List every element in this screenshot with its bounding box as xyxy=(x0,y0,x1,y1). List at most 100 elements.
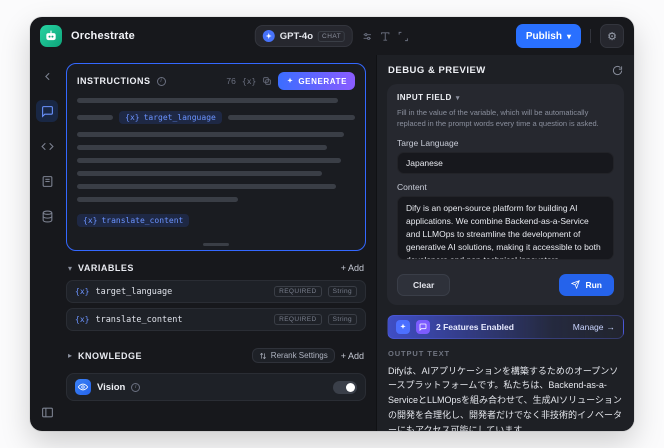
variable-tag-icon[interactable]: {x} xyxy=(242,77,256,86)
output-section: OUTPUT TEXT Difyは、AIアプリケーションを構築するためのオープン… xyxy=(388,348,623,432)
variable-row-target-language[interactable]: {x} target_language REQUIRED String xyxy=(66,280,366,303)
skeleton-line xyxy=(77,158,342,163)
variable-name: translate_content xyxy=(95,314,183,325)
manage-label: Manage xyxy=(572,321,604,332)
model-mode-badge: CHAT xyxy=(318,30,346,42)
skeleton-line xyxy=(77,184,336,189)
sidebar-item-orchestrate[interactable] xyxy=(36,100,58,122)
sparkle-icon xyxy=(287,77,294,83)
chevron-down-icon[interactable]: ▾ xyxy=(456,94,460,102)
skeleton-row: {x} target_language xyxy=(77,111,355,124)
feature-icon xyxy=(396,319,410,334)
vision-toggle[interactable] xyxy=(333,380,357,394)
chevron-down-icon: ▾ xyxy=(566,31,571,41)
variable-tag: {x} xyxy=(75,287,90,296)
refresh-icon[interactable] xyxy=(612,65,623,76)
features-count-label: 2 Features Enabled xyxy=(436,321,514,332)
generate-label: GENERATE xyxy=(298,76,347,86)
skeleton-line xyxy=(77,115,114,120)
sliders-icon[interactable] xyxy=(362,31,373,42)
char-count: 76 xyxy=(226,76,236,86)
features-enabled-bar[interactable]: 2 Features Enabled Manage → xyxy=(387,314,624,339)
vision-label: Vision xyxy=(97,381,126,393)
copy-icon[interactable] xyxy=(262,76,272,86)
chevron-down-icon[interactable]: ▾ xyxy=(68,264,72,273)
text-format-icon[interactable] xyxy=(380,31,391,42)
type-badge[interactable]: String xyxy=(327,314,357,325)
model-selector[interactable]: GPT-4o CHAT xyxy=(254,25,354,47)
input-field-title: INPUT FIELD xyxy=(397,93,452,102)
scroll-indicator[interactable] xyxy=(203,243,229,246)
skeleton-line xyxy=(77,145,328,150)
add-variable-button[interactable]: + Add xyxy=(341,263,364,273)
skeleton-line xyxy=(227,115,355,120)
required-badge: REQUIRED xyxy=(274,286,322,297)
variable-chip-translate-content[interactable]: {x} translate_content xyxy=(77,214,190,227)
variable-tag: {x} xyxy=(125,113,140,122)
skeleton-line xyxy=(77,98,339,103)
input-field-card: INPUT FIELD ▾ Fill in the value of the v… xyxy=(387,84,624,305)
target-language-input[interactable] xyxy=(397,151,614,174)
skeleton-line xyxy=(77,197,239,202)
variable-chip-target-language[interactable]: {x} target_language xyxy=(119,111,222,124)
prompt-column: INSTRUCTIONS i 76 {x} GENERATE {x} targe… xyxy=(64,55,376,431)
collapse-panel-icon[interactable] xyxy=(36,401,58,423)
instructions-header: INSTRUCTIONS i 76 {x} GENERATE xyxy=(77,72,355,90)
sidebar-item-knowledge[interactable] xyxy=(36,205,58,227)
app-logo-icon xyxy=(40,25,62,47)
input-field-description: Fill in the value of the variable, which… xyxy=(397,108,599,129)
output-text: Difyは、AIアプリケーションを構築するためのオープンソースプラットフォームで… xyxy=(388,365,623,432)
variable-tag: {x} xyxy=(75,315,90,324)
app-window: Orchestrate GPT-4o CHAT Publish ▾ ⚙ INST… xyxy=(30,17,634,431)
expand-icon[interactable] xyxy=(398,31,409,42)
publish-label: Publish xyxy=(525,30,562,42)
run-label: Run xyxy=(585,279,602,290)
variable-name: target_language xyxy=(95,286,173,297)
skeleton-row: {x} translate_content xyxy=(77,214,355,227)
vision-feature-row: Vision i xyxy=(66,373,366,401)
skeleton-line xyxy=(77,171,322,176)
clear-button[interactable]: Clear xyxy=(397,273,451,296)
publish-button[interactable]: Publish ▾ xyxy=(515,24,581,48)
prompt-toolbar xyxy=(362,31,409,42)
instructions-title: INSTRUCTIONS xyxy=(77,76,151,86)
sidebar-item-logs[interactable] xyxy=(36,170,58,192)
required-badge: REQUIRED xyxy=(274,314,322,325)
top-bar: Orchestrate GPT-4o CHAT Publish ▾ ⚙ xyxy=(30,17,634,55)
chevron-right-icon[interactable]: ▸ xyxy=(68,351,72,360)
divider xyxy=(590,29,591,43)
settings-button[interactable]: ⚙ xyxy=(600,24,624,48)
run-button[interactable]: Run xyxy=(559,273,614,296)
variable-name: translate_content xyxy=(101,216,184,225)
knowledge-section: ▸ KNOWLEDGE Rerank Settings + Add xyxy=(66,346,366,363)
topbar-right: Publish ▾ ⚙ xyxy=(515,24,624,48)
manage-features-link[interactable]: Manage → xyxy=(573,322,615,332)
info-icon: i xyxy=(156,76,166,86)
page-title: Orchestrate xyxy=(71,30,135,42)
sort-icon xyxy=(259,352,266,359)
rerank-settings-button[interactable]: Rerank Settings xyxy=(251,348,335,363)
arrow-right-icon: → xyxy=(606,321,616,332)
info-icon: i xyxy=(131,382,141,392)
eye-icon xyxy=(75,379,91,395)
content-textarea[interactable]: Dify is an open-source platform for buil… xyxy=(397,195,614,260)
add-knowledge-button[interactable]: + Add xyxy=(341,351,364,361)
generate-button[interactable]: GENERATE xyxy=(278,72,355,90)
instructions-panel[interactable]: INSTRUCTIONS i 76 {x} GENERATE {x} targe… xyxy=(66,63,366,251)
variables-section: ▾ VARIABLES + Add {x} target_language RE… xyxy=(66,261,366,336)
send-icon xyxy=(571,280,581,289)
sidebar-item-api[interactable] xyxy=(36,135,58,157)
output-title: OUTPUT TEXT xyxy=(388,348,450,358)
variable-name: target_language xyxy=(143,113,216,122)
back-icon[interactable] xyxy=(36,65,58,87)
variable-tag: {x} xyxy=(83,216,98,225)
gear-icon: ⚙ xyxy=(607,30,617,43)
skeleton-line xyxy=(77,132,344,137)
variable-row-translate-content[interactable]: {x} translate_content REQUIRED String xyxy=(66,308,366,331)
knowledge-title: KNOWLEDGE xyxy=(78,350,143,361)
model-name: GPT-4o xyxy=(279,30,314,42)
type-badge[interactable]: String xyxy=(327,286,357,297)
model-toolbar: GPT-4o CHAT xyxy=(254,25,409,47)
content-label: Content xyxy=(397,181,427,192)
toggle-knob xyxy=(346,382,355,392)
